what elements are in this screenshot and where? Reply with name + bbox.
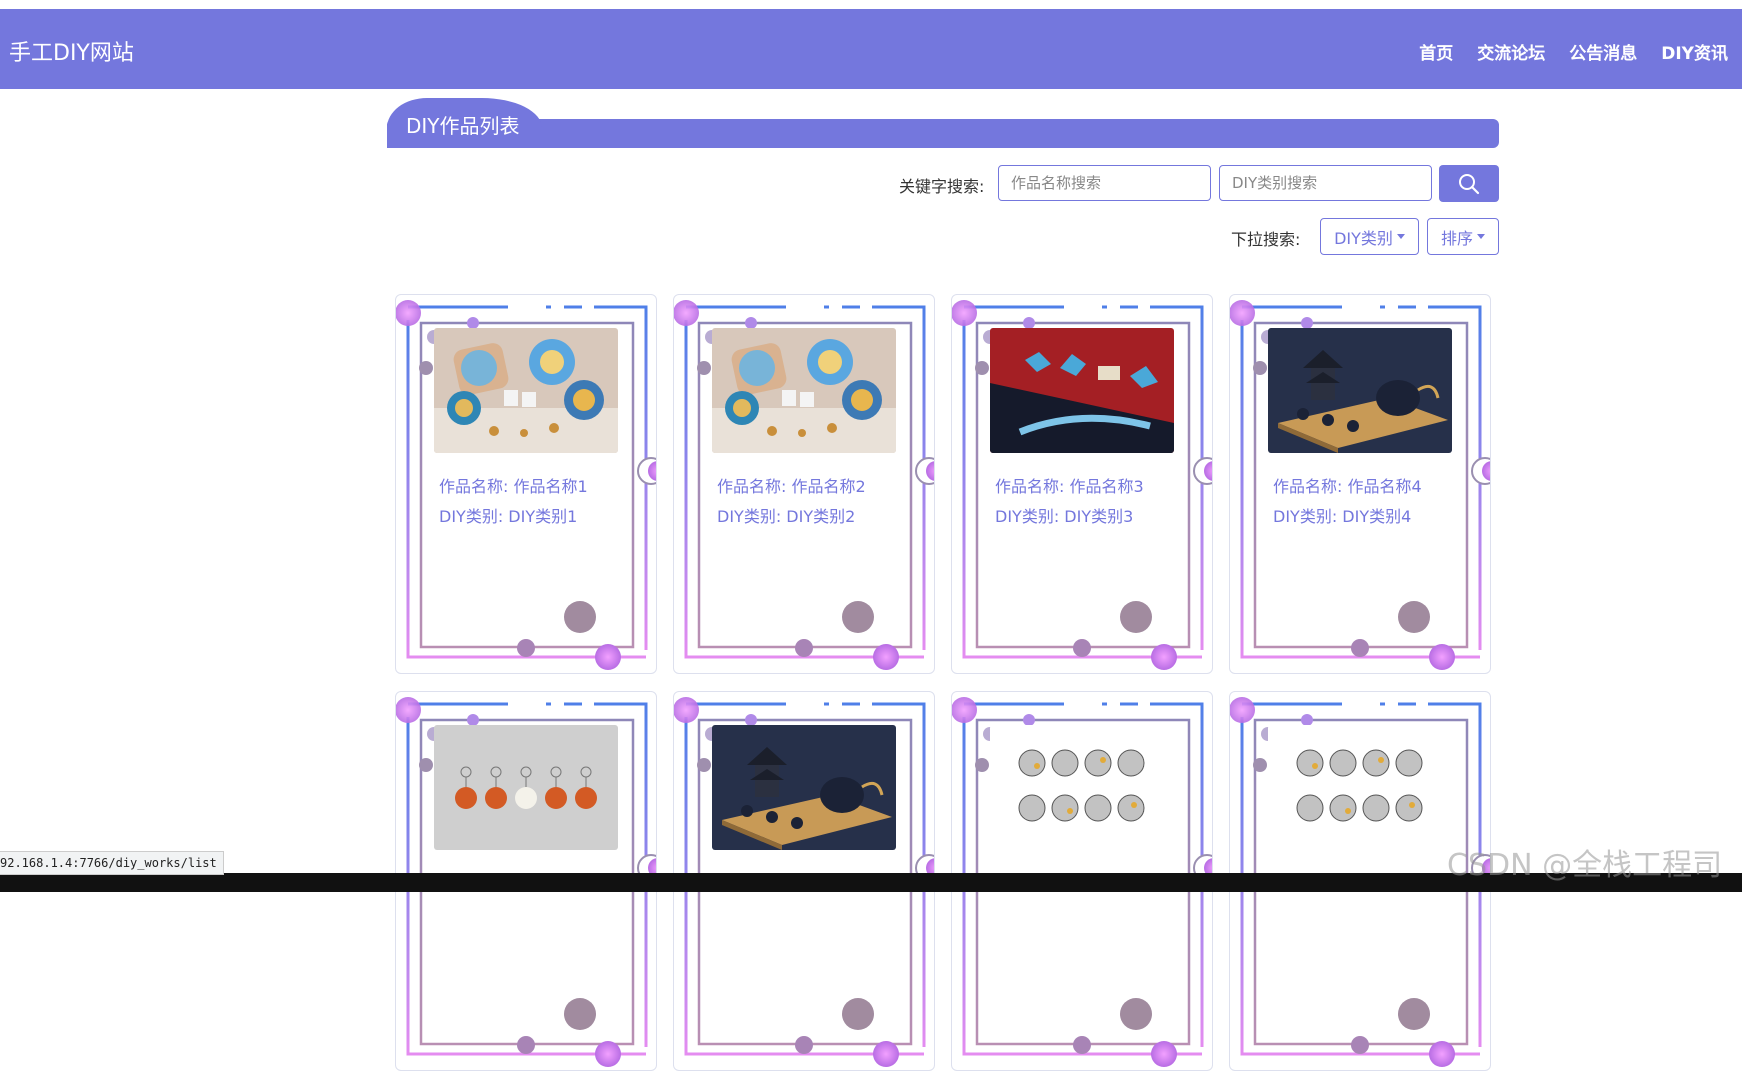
- work-category: DIY类别: DIY类别1: [439, 507, 578, 526]
- site-brand[interactable]: 手工DIY网站: [9, 35, 134, 67]
- work-card[interactable]: 作品名称: 作品名称4 DIY类别: DIY类别4: [1229, 294, 1491, 674]
- dropdown-search-label: 下拉搜索:: [1231, 230, 1301, 249]
- nav-link-forum[interactable]: 交流论坛: [1477, 39, 1545, 64]
- nav-link-home[interactable]: 首页: [1419, 39, 1453, 64]
- work-image[interactable]: [434, 725, 618, 850]
- work-card[interactable]: 作品名称: 作品名称2 DIY类别: DIY类别2: [673, 294, 935, 674]
- category-search-input[interactable]: [1219, 165, 1432, 201]
- work-image[interactable]: [990, 725, 1174, 850]
- section-header-bar: [387, 119, 1499, 148]
- name-search-input[interactable]: [998, 165, 1211, 201]
- work-image[interactable]: [712, 328, 896, 453]
- nav-link-news[interactable]: DIY资讯: [1661, 39, 1728, 64]
- status-url: 92.168.1.4:7766/diy_works/list: [0, 851, 224, 875]
- work-category: DIY类别: DIY类别2: [717, 507, 856, 526]
- watermark: CSDN @全栈工程司: [1447, 848, 1723, 883]
- work-image[interactable]: [712, 725, 896, 850]
- work-image[interactable]: [1268, 725, 1452, 850]
- works-grid: 作品名称: 作品名称1 DIY类别: DIY类别1 作品名称: 作品名称2 DI…: [395, 294, 1492, 1071]
- work-category: DIY类别: DIY类别4: [1273, 507, 1412, 526]
- work-name[interactable]: 作品名称: 作品名称2: [717, 473, 866, 497]
- top-strip: [0, 0, 1742, 9]
- work-name[interactable]: 作品名称: 作品名称4: [1273, 473, 1422, 497]
- search-button[interactable]: [1439, 165, 1499, 202]
- sort-dropdown-label: 排序: [1440, 228, 1473, 248]
- sort-dropdown[interactable]: 排序: [1427, 218, 1499, 255]
- work-card[interactable]: 作品名称: 作品名称3 DIY类别: DIY类别3: [951, 294, 1213, 674]
- category-dropdown[interactable]: DIY类别: [1320, 218, 1419, 255]
- keyword-search-label: 关键字搜索:: [899, 177, 985, 196]
- work-card[interactable]: 作品名称: 作品名称1 DIY类别: DIY类别1: [395, 294, 657, 674]
- work-image[interactable]: [990, 328, 1174, 453]
- work-image[interactable]: [1268, 328, 1452, 453]
- work-category: DIY类别: DIY类别3: [995, 507, 1134, 526]
- work-image[interactable]: [434, 328, 618, 453]
- caret-down-icon: [1477, 234, 1485, 239]
- work-name[interactable]: 作品名称: 作品名称1: [439, 473, 588, 497]
- work-name[interactable]: 作品名称: 作品名称3: [995, 473, 1144, 497]
- category-dropdown-label: DIY类别: [1334, 228, 1393, 248]
- section-title: DIY作品列表: [406, 114, 520, 138]
- nav-links: 首页 交流论坛 公告消息 DIY资讯: [1419, 39, 1728, 64]
- navbar: 手工DIY网站 首页 交流论坛 公告消息 DIY资讯: [0, 9, 1742, 89]
- search-icon: [1459, 173, 1480, 194]
- nav-link-notices[interactable]: 公告消息: [1569, 39, 1637, 64]
- caret-down-icon: [1396, 234, 1405, 239]
